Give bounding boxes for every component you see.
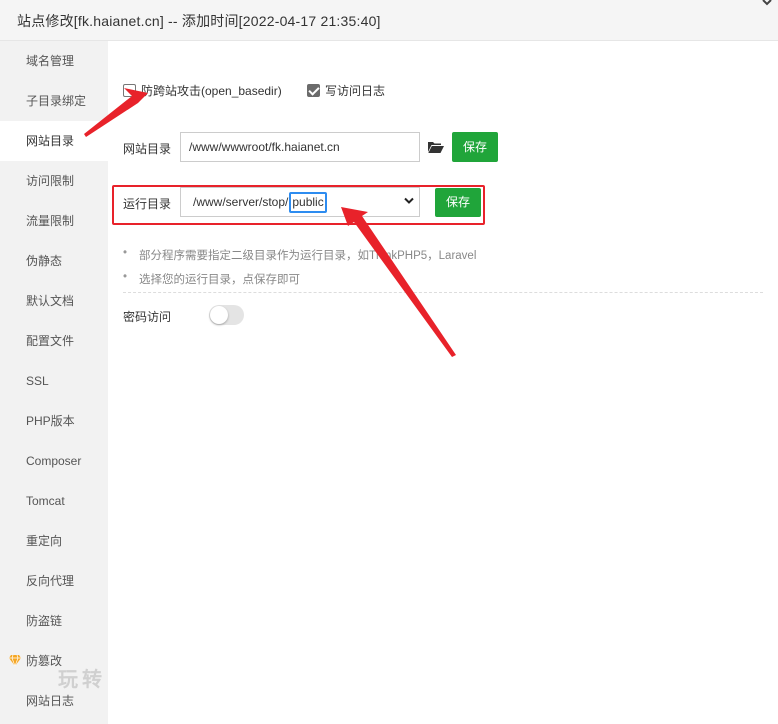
password-access-toggle[interactable]	[209, 305, 244, 325]
sidebar-item-label: 域名管理	[26, 54, 75, 68]
folder-open-icon[interactable]	[428, 140, 444, 154]
sidebar-item-site-log[interactable]: 网站日志	[0, 681, 108, 721]
gem-icon	[9, 655, 21, 666]
sidebar-item-tomcat[interactable]: Tomcat	[0, 481, 108, 521]
sidebar-item-label: 反向代理	[26, 574, 75, 588]
sidebar-item-composer[interactable]: Composer	[0, 441, 108, 481]
sidebar-item-label: 配置文件	[26, 334, 75, 348]
sidebar-item-rewrite[interactable]: 伪静态	[0, 241, 108, 281]
sidebar-item-label: Tomcat	[26, 494, 65, 508]
sidebar-item-subdir[interactable]: 子目录绑定	[0, 81, 108, 121]
password-access-label: 密码访问	[123, 310, 172, 324]
tip-item: 选择您的运行目录，点保存即可	[123, 271, 300, 287]
anti-xss-option[interactable]: 防跨站攻击(open_basedir)	[123, 82, 282, 99]
sidebar-item-config-file[interactable]: 配置文件	[0, 321, 108, 361]
sidebar-item-label: 防盗链	[26, 614, 63, 628]
sidebar-item-label: 网站日志	[26, 694, 75, 708]
chevron-down-icon	[404, 197, 414, 204]
sidebar-item-label: 重定向	[26, 534, 63, 548]
sidebar-item-label: 默认文档	[26, 294, 75, 308]
close-icon[interactable]	[760, 0, 774, 10]
site-dir-input[interactable]: /www/wwwroot/fk.haianet.cn	[180, 132, 420, 162]
sidebar-item-php-version[interactable]: PHP版本	[0, 401, 108, 441]
sidebar-item-label: 防篡改	[26, 654, 63, 668]
site-dir-label: 网站目录	[123, 142, 172, 156]
divider	[123, 292, 763, 293]
sidebar-item-traffic-limit[interactable]: 流量限制	[0, 201, 108, 241]
sidebar-item-label: SSL	[26, 374, 49, 388]
sidebar-item-label: PHP版本	[26, 414, 75, 428]
sidebar-item-redirect[interactable]: 重定向	[0, 521, 108, 561]
sidebar-item-domain[interactable]: 域名管理	[0, 41, 108, 81]
sidebar-item-label: 子目录绑定	[26, 94, 87, 108]
run-dir-selected-value: public	[289, 192, 327, 214]
run-dir-save-button[interactable]: 保存	[435, 188, 481, 217]
anti-xss-label: 防跨站攻击(open_basedir)	[141, 84, 282, 98]
sidebar-item-label: 访问限制	[26, 174, 75, 188]
run-dir-label: 运行目录	[123, 197, 172, 211]
main-content: 防跨站攻击(open_basedir) 写访问日志 网站目录 /www/wwwr…	[108, 41, 778, 724]
sidebar-item-label: 网站目录	[26, 134, 75, 148]
sidebar-item-label: Composer	[26, 454, 82, 468]
sidebar-item-label: 伪静态	[26, 254, 63, 268]
dialog-titlebar: 站点修改[fk.haianet.cn] -- 添加时间[2022-04-17 2…	[0, 0, 778, 41]
access-log-option[interactable]: 写访问日志	[307, 82, 385, 99]
sidebar-item-default-doc[interactable]: 默认文档	[0, 281, 108, 321]
sidebar-item-label: 流量限制	[26, 214, 75, 228]
sidebar-item-hotlink[interactable]: 防盗链	[0, 601, 108, 641]
tip-item: 部分程序需要指定二级目录作为运行目录，如ThinkPHP5，Laravel	[123, 247, 476, 263]
sidebar-item-reverse-proxy[interactable]: 反向代理	[0, 561, 108, 601]
anti-xss-checkbox[interactable]	[123, 84, 136, 97]
access-log-label: 写访问日志	[325, 84, 386, 98]
site-dir-save-button[interactable]: 保存	[452, 132, 498, 162]
dialog-title: 站点修改[fk.haianet.cn] -- 添加时间[2022-04-17 2…	[17, 13, 381, 29]
sidebar-item-site-dir[interactable]: 网站目录	[0, 121, 108, 161]
sidebar: 域名管理 子目录绑定 网站目录 访问限制 流量限制 伪静态 默认文档 配置文件 …	[0, 41, 108, 724]
run-dir-prefix: /www/server/stop/	[193, 195, 289, 209]
sidebar-item-tamper-proof[interactable]: 防篡改	[0, 641, 108, 681]
access-log-checkbox[interactable]	[307, 84, 320, 97]
toggle-knob	[210, 306, 228, 324]
run-dir-select[interactable]: /www/server/stop/public	[180, 187, 420, 217]
sidebar-item-access-limit[interactable]: 访问限制	[0, 161, 108, 201]
sidebar-item-ssl[interactable]: SSL	[0, 361, 108, 401]
